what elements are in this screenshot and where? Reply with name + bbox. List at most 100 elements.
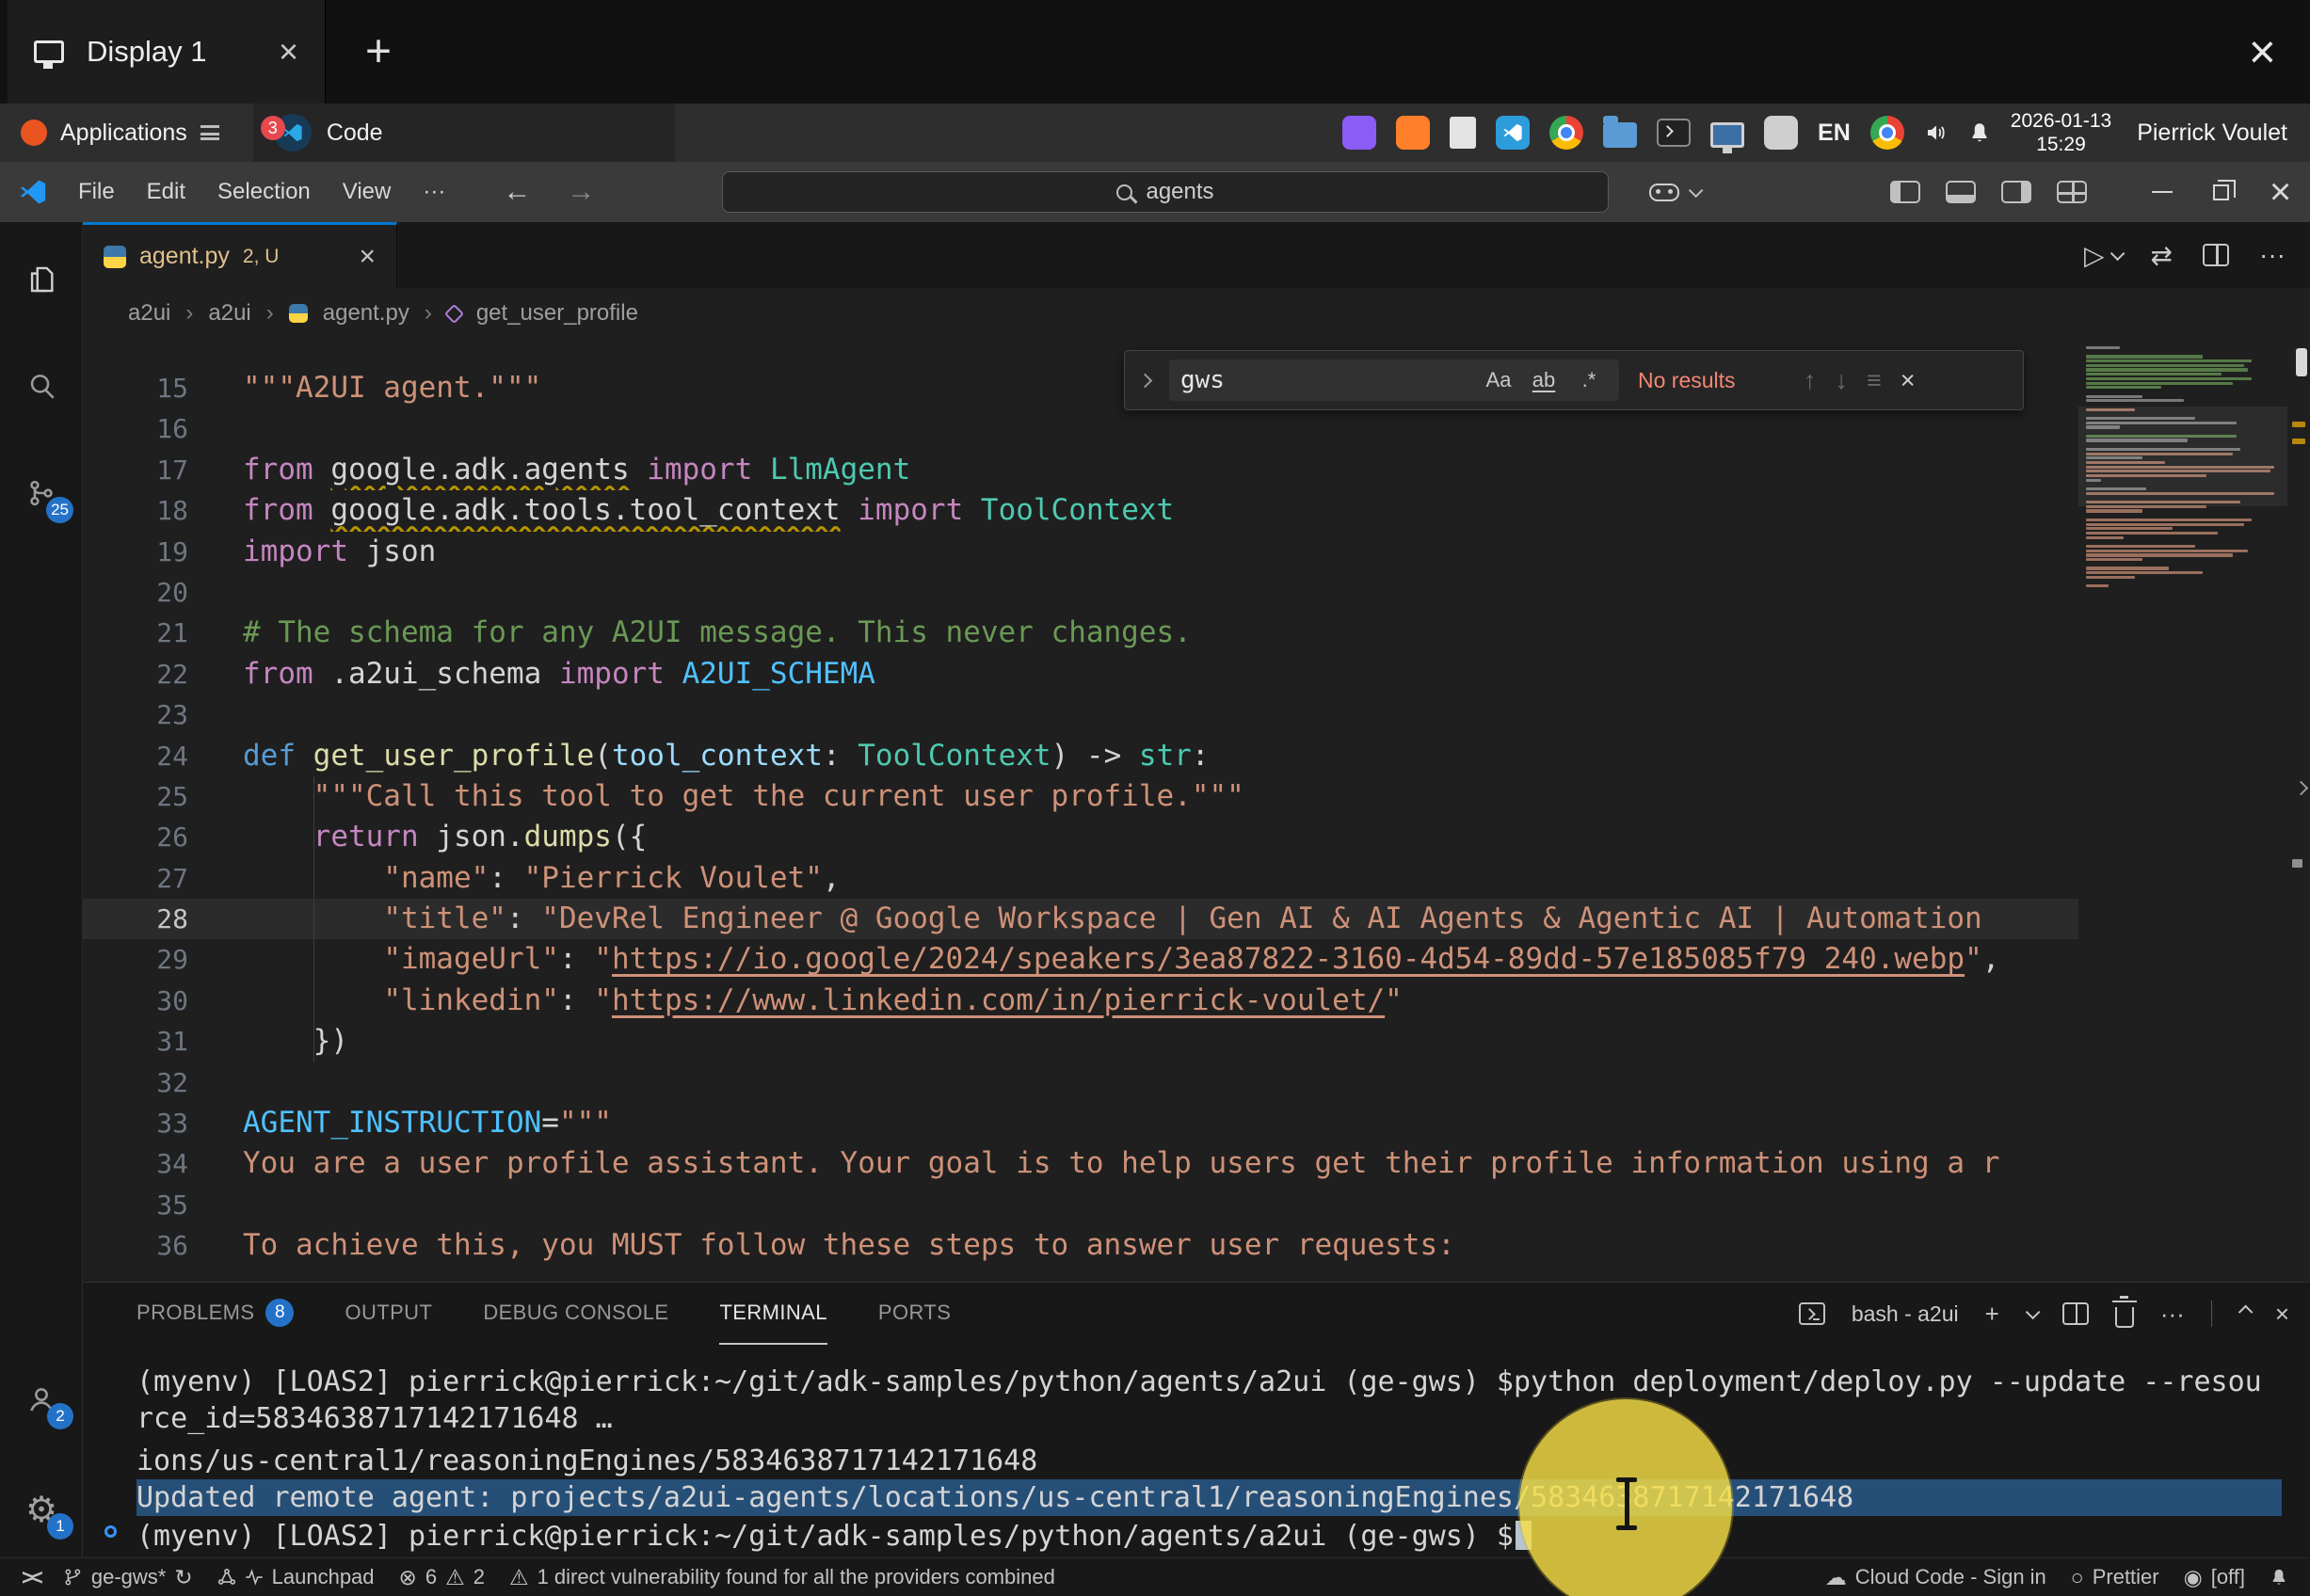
code-line-36[interactable]: 36To achieve this, you MUST follow these…	[83, 1225, 2078, 1266]
code-line-23[interactable]: 23	[83, 694, 2078, 735]
remote-indicator[interactable]: ><	[9, 1558, 52, 1596]
find-input[interactable]: gws Aa ab .*	[1169, 359, 1619, 401]
terminal-selected-line[interactable]: Updated remote agent: projects/a2ui-agen…	[136, 1479, 2282, 1516]
kill-terminal-icon[interactable]	[2115, 1307, 2134, 1328]
utility-app-icon[interactable]	[1764, 116, 1798, 150]
git-branch-item[interactable]: ge-gws* ↻	[52, 1558, 205, 1596]
close-button[interactable]: ×	[2251, 162, 2310, 222]
code-line-22[interactable]: 22from .a2ui_schema import A2UI_SCHEMA	[83, 654, 2078, 694]
vscode-logo-icon[interactable]	[19, 178, 47, 206]
maximize-panel-icon[interactable]	[2238, 1304, 2254, 1319]
menu-more[interactable]: ···	[407, 179, 461, 205]
breadcrumb-folder[interactable]: a2ui	[128, 300, 170, 327]
notifications-item[interactable]	[2257, 1558, 2301, 1596]
terminal-line[interactable]: rce_id=5834638717142171648 …	[136, 1400, 2282, 1437]
split-editor-icon[interactable]	[2203, 244, 2229, 266]
code-line-30[interactable]: 30 "linkedin": "https://www.linkedin.com…	[83, 981, 2078, 1021]
chrome-icon[interactable]	[1549, 116, 1583, 150]
minimap[interactable]	[2078, 339, 2287, 1282]
breadcrumb-symbol[interactable]: get_user_profile	[476, 300, 638, 327]
viewer-close-button[interactable]: ×	[2249, 24, 2276, 79]
customize-layout-icon[interactable]	[2057, 181, 2087, 203]
clock[interactable]: 2026-01-13 15:29	[2011, 109, 2111, 156]
source-control-icon[interactable]: 25	[15, 467, 68, 519]
menu-view[interactable]: View	[327, 179, 408, 205]
tab-close-icon[interactable]: ×	[359, 241, 376, 273]
back-button[interactable]: ←	[503, 176, 531, 208]
code-line-16[interactable]: 16	[83, 408, 2078, 449]
editor-more-actions-icon[interactable]: ···	[2259, 240, 2286, 270]
code-editor[interactable]: 15"""A2UI agent."""1617from google.adk.a…	[83, 339, 2310, 1282]
new-tab-button[interactable]: +	[365, 26, 392, 78]
code-line-17[interactable]: 17from google.adk.agents import LlmAgent	[83, 450, 2078, 490]
find-previous-icon[interactable]: ↑	[1804, 366, 1817, 395]
breadcrumb-folder[interactable]: a2ui	[208, 300, 250, 327]
files-icon[interactable]	[1603, 122, 1637, 148]
find-close-icon[interactable]: ×	[1901, 366, 1916, 395]
terminal-line[interactable]: (myenv) [LOAS2] pierrick@pierrick:~/git/…	[136, 1364, 2282, 1400]
tab-ports[interactable]: PORTS	[878, 1283, 951, 1345]
code-line-18[interactable]: 18from google.adk.tools.tool_context imp…	[83, 490, 2078, 531]
code-line-35[interactable]: 35	[83, 1185, 2078, 1225]
taskbar-window-code[interactable]: 3 Code	[253, 104, 675, 162]
new-terminal-button[interactable]: +	[1985, 1300, 1999, 1329]
tab-problems[interactable]: PROBLEMS 8	[136, 1283, 294, 1345]
code-line-25[interactable]: 25 """Call this tool to get the current …	[83, 776, 2078, 817]
code-line-26[interactable]: 26 return json.dumps({	[83, 817, 2078, 857]
panel-more-actions-icon[interactable]: ···	[2160, 1300, 2185, 1329]
screencast-item[interactable]: ◉ [off]	[2172, 1558, 2257, 1596]
find-in-selection-icon[interactable]: ≡	[1867, 366, 1882, 395]
code-line-28[interactable]: 28 "title": "DevRel Engineer @ Google Wo…	[83, 899, 2078, 939]
editor-app-icon[interactable]	[1396, 116, 1430, 150]
tab-output[interactable]: OUTPUT	[345, 1283, 432, 1345]
toggle-panel-icon[interactable]	[1946, 181, 1976, 203]
overview-ruler[interactable]	[2287, 339, 2310, 1282]
code-line-34[interactable]: 34You are a user profile assistant. Your…	[83, 1143, 2078, 1184]
user-name[interactable]: Pierrick Voulet	[2137, 120, 2287, 147]
toggle-replace-icon[interactable]	[1138, 373, 1153, 388]
run-python-file-button[interactable]: ▷	[2084, 240, 2121, 271]
toggle-secondary-sidebar-icon[interactable]	[2001, 181, 2031, 203]
display-tab[interactable]: Display 1 ×	[8, 0, 326, 104]
prettier-item[interactable]: ○ Prettier	[2059, 1558, 2172, 1596]
messaging-app-icon[interactable]	[1342, 116, 1376, 150]
vulnerability-notice[interactable]: ⚠ 1 direct vulnerability found for all t…	[497, 1558, 1067, 1596]
copilot-menu[interactable]	[1649, 162, 1699, 222]
code-line-19[interactable]: 19import json	[83, 532, 2078, 572]
menu-file[interactable]: File	[62, 179, 131, 205]
close-panel-icon[interactable]: ×	[2275, 1300, 2289, 1329]
tab-agent-py[interactable]: agent.py 2, U ×	[83, 222, 397, 288]
toggle-sidebar-icon[interactable]	[1890, 181, 1920, 203]
code-line-31[interactable]: 31 })	[83, 1021, 2078, 1061]
code-line-24[interactable]: 24def get_user_profile(tool_context: Too…	[83, 736, 2078, 776]
regex-toggle[interactable]: .*	[1570, 363, 1608, 397]
code-line-29[interactable]: 29 "imageUrl": "https://io.google/2024/s…	[83, 939, 2078, 980]
terminal-dropdown-icon[interactable]	[2026, 1304, 2041, 1319]
menu-edit[interactable]: Edit	[131, 179, 201, 205]
display-settings-icon[interactable]	[1710, 122, 1744, 148]
match-case-toggle[interactable]: Aa	[1480, 363, 1517, 397]
search-sidebar-icon[interactable]	[15, 359, 68, 412]
open-changes-icon[interactable]: ⇄	[2151, 240, 2173, 271]
command-center-search[interactable]: agents	[722, 171, 1609, 213]
tab-debug-console[interactable]: DEBUG CONSOLE	[483, 1283, 668, 1345]
chromium-icon[interactable]	[1870, 116, 1904, 150]
accounts-icon[interactable]: 2	[15, 1373, 68, 1426]
scroll-indicator[interactable]	[2296, 348, 2307, 376]
settings-gear-icon[interactable]: ⚙ 1	[15, 1483, 68, 1536]
display-tab-close-icon[interactable]: ×	[279, 32, 298, 72]
terminal-session-label[interactable]: bash - a2ui	[1852, 1301, 1959, 1327]
breadcrumb-file[interactable]: agent.py	[323, 300, 409, 327]
code-line-33[interactable]: 33AGENT_INSTRUCTION="""	[83, 1103, 2078, 1143]
terminal-app-icon[interactable]	[1657, 119, 1691, 147]
cloud-code-item[interactable]: ☁ Cloud Code - Sign in	[1813, 1558, 2059, 1596]
launchpad-item[interactable]: Launchpad	[205, 1558, 387, 1596]
explorer-icon[interactable]	[15, 253, 68, 306]
tab-terminal[interactable]: TERMINAL	[719, 1283, 826, 1345]
applications-menu[interactable]: Applications	[13, 104, 227, 162]
minimize-button[interactable]	[2132, 162, 2191, 222]
vscode-tray-icon[interactable]	[1496, 116, 1530, 150]
code-line-21[interactable]: 21# The schema for any A2UI message. Thi…	[83, 613, 2078, 653]
terminal-prompt-line[interactable]: (myenv) [LOAS2] pierrick@pierrick:~/git/…	[136, 1516, 2282, 1553]
restore-button[interactable]	[2191, 162, 2251, 222]
